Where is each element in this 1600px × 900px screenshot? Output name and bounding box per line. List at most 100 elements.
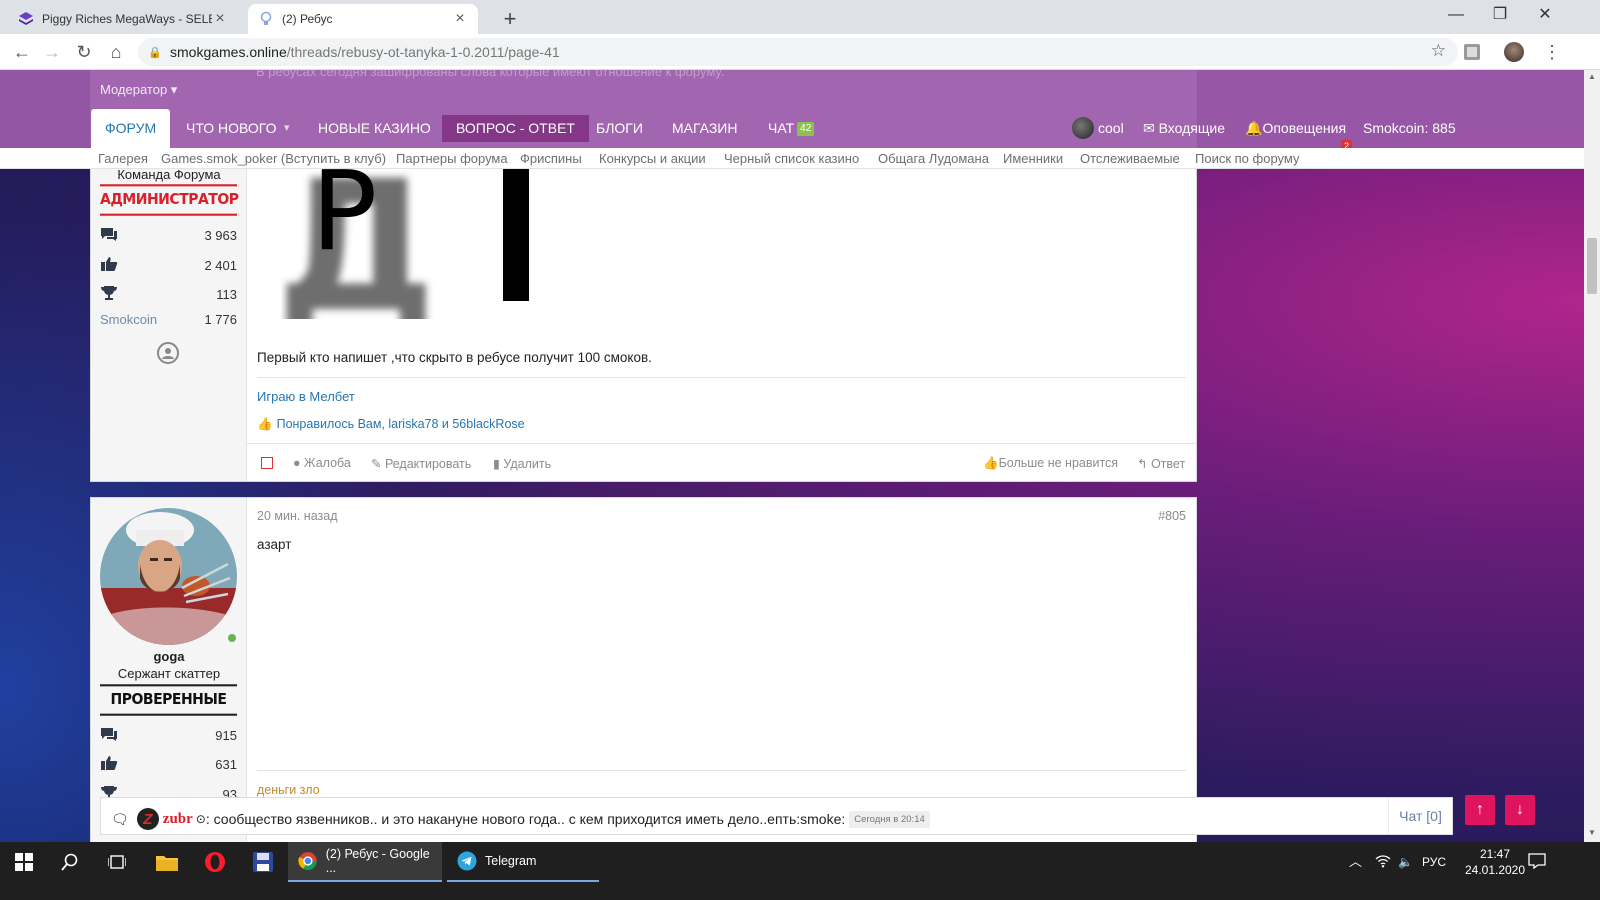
taskbar-chrome[interactable]: (2) Ребус - Google ... <box>288 842 442 882</box>
chat-toggle-button[interactable]: Чат [0] <box>1388 798 1452 834</box>
profile-avatar[interactable] <box>1504 42 1524 62</box>
scrollbar-thumb[interactable] <box>1587 238 1597 294</box>
subnav-contests[interactable]: Конкурсы и акции <box>599 151 706 166</box>
avatar[interactable] <box>100 508 237 645</box>
scroll-top-button[interactable]: ↑ <box>1465 795 1495 825</box>
post-signature: деньги зло <box>257 783 320 797</box>
subnav-birthdays[interactable]: Именники <box>1003 151 1063 166</box>
reload-button[interactable]: ↻ <box>72 40 96 64</box>
close-tab-icon[interactable]: × <box>452 10 468 28</box>
nav-tab-forum[interactable]: Форум <box>91 109 171 148</box>
stat-likes: 2 401 <box>100 256 237 276</box>
task-view-icon[interactable] <box>93 842 141 882</box>
subnav-dorm[interactable]: Общага Лудомана <box>878 151 989 166</box>
close-window-button[interactable]: ✕ <box>1522 2 1568 28</box>
save-floppy-icon[interactable] <box>239 842 287 882</box>
post-time-link[interactable]: 20 мин. назад <box>257 509 338 523</box>
subnav-gallery[interactable]: Галерея <box>98 151 148 166</box>
post-number-link[interactable]: #805 <box>1158 509 1186 523</box>
back-button[interactable]: ← <box>10 40 34 64</box>
close-tab-icon[interactable]: × <box>212 10 228 28</box>
menu-icon[interactable]: ⋮ <box>1540 40 1564 64</box>
select-post-checkbox[interactable] <box>261 457 273 469</box>
post-actions: ● Жалоба ✎ Редактировать ▮ Удалить 👍Боль… <box>247 443 1196 481</box>
notifications-icon[interactable] <box>1528 842 1546 882</box>
nav-tab-blogs[interactable]: Блоги <box>596 109 643 148</box>
bookmark-star-icon[interactable]: ☆ <box>1431 41 1446 61</box>
comments-icon <box>101 228 117 241</box>
taskbar: (2) Ребус - Google ... Telegram ︿ 🔈 РУС … <box>0 842 1600 900</box>
chat-message-text: : сообщество язвенников.. и это накануне… <box>205 811 846 827</box>
bell-icon: 🔔 <box>1245 120 1263 136</box>
nav-tab-shop[interactable]: Магазин <box>672 109 737 148</box>
stat-messages: 3 963 <box>100 226 237 246</box>
reply-button[interactable]: ↰ Ответ <box>1137 456 1185 471</box>
extension-icon[interactable] <box>1462 42 1482 62</box>
likes-list[interactable]: Понравилось Вам, lariska78 и 56blackRose <box>277 417 525 431</box>
subnav-freespins[interactable]: Фриспины <box>520 151 582 166</box>
edit-button[interactable]: ✎ Редактировать <box>371 456 471 471</box>
report-button[interactable]: ● Жалоба <box>293 456 351 470</box>
nav-tab-whats-new[interactable]: Что нового <box>186 109 276 148</box>
chat-user-avatar[interactable]: Z <box>136 808 159 830</box>
page-scrollbar[interactable]: ▲ ▼ <box>1584 70 1600 842</box>
subnav-watched[interactable]: Отслеживаемые <box>1080 151 1180 166</box>
user-badge-icon[interactable] <box>157 342 179 364</box>
tray-expand-icon[interactable]: ︿ <box>1349 842 1362 882</box>
browser-tab-piggy[interactable]: Piggy Riches MegaWays - SELECT × <box>8 4 238 34</box>
smokcoin-balance[interactable]: Smokcoin: 885 <box>1363 109 1456 148</box>
page-viewport: Команда Форума АДМИНИСТРАТОР 3 963 2 401… <box>0 70 1584 842</box>
chat-bar: 🗨 Z zubr ⊙ : сообщество язвенников.. и э… <box>100 797 1453 835</box>
home-button[interactable]: ⌂ <box>104 40 128 64</box>
browser-tab-title: Piggy Riches MegaWays - SELECT <box>42 12 212 26</box>
browser-tab-bar: Piggy Riches MegaWays - SELECT × (2) Реб… <box>0 0 1600 34</box>
chat-message: 🗨 Z zubr ⊙ : сообщество язвенников.. и э… <box>111 808 930 830</box>
rebus-bar <box>503 159 529 301</box>
forward-button[interactable]: → <box>40 40 64 64</box>
post-signature-link[interactable]: Играю в Мелбет <box>257 389 355 404</box>
post-text: азарт <box>257 537 292 552</box>
url-field[interactable]: 🔒 smokgames.online/threads/rebusy-ot-tan… <box>138 38 1458 66</box>
user-team: Команда Форума <box>117 167 221 182</box>
chat-username[interactable]: zubr <box>163 811 193 828</box>
scroll-down-arrow[interactable]: ▼ <box>1584 828 1600 837</box>
nav-tab-chat[interactable]: Чат 42 <box>768 109 815 148</box>
minimize-button[interactable]: — <box>1433 2 1479 28</box>
subnav-partners[interactable]: Партнеры форума <box>396 151 508 166</box>
taskbar-clock[interactable]: 21:47 24.01.2020 <box>1460 846 1530 878</box>
file-explorer-icon[interactable] <box>143 842 191 882</box>
opera-icon[interactable] <box>191 842 239 882</box>
nav-tab-new-casinos[interactable]: Новые казино <box>318 109 431 148</box>
restore-button[interactable]: ❐ <box>1477 2 1523 28</box>
telegram-icon <box>457 851 477 871</box>
delete-button[interactable]: ▮ Удалить <box>493 456 551 471</box>
post-username[interactable]: goga <box>91 649 247 664</box>
search-icon[interactable] <box>46 842 94 882</box>
inbox-link[interactable]: ✉ Входящие <box>1143 109 1225 148</box>
scroll-up-arrow[interactable]: ▲ <box>1584 72 1600 81</box>
scroll-bottom-button[interactable]: ↓ <box>1505 795 1535 825</box>
moderator-menu[interactable]: Модератор ▾ <box>100 82 177 98</box>
volume-icon[interactable]: 🔈 <box>1398 842 1413 882</box>
windows-start-icon[interactable] <box>0 842 48 882</box>
chat-bubble-icon: 🗨 <box>111 810 129 827</box>
new-tab-button[interactable]: + <box>498 6 522 32</box>
language-indicator[interactable]: РУС <box>1422 842 1446 882</box>
taskbar-telegram[interactable]: Telegram <box>447 842 599 882</box>
subnav-blacklist[interactable]: Черный список казино <box>724 151 859 166</box>
chrome-icon <box>298 852 317 870</box>
unlike-button[interactable]: 👍Больше не нравится <box>983 456 1118 471</box>
nav-tab-qa[interactable]: Вопрос - ответ <box>442 115 589 142</box>
stat-trophies: 113 <box>100 285 237 305</box>
user-menu[interactable]: cool <box>1072 109 1124 148</box>
chat-timestamp: Сегодня в 20:14 <box>849 810 930 828</box>
alerts-link[interactable]: 🔔Оповещения <box>1245 109 1346 148</box>
chat-count-badge: 42 <box>797 122 815 136</box>
subnav-poker[interactable]: Games.smok_poker (Вступить в клуб) <box>161 151 386 166</box>
subnav-search[interactable]: Поиск по форуму <box>1195 151 1299 166</box>
post-likes: 👍 Понравилось Вам, lariska78 и 56blackRos… <box>257 417 525 432</box>
wifi-icon[interactable] <box>1375 842 1391 882</box>
browser-tab-rebus[interactable]: (2) Ребус × <box>248 4 478 34</box>
bulb-icon <box>258 11 274 27</box>
chevron-down-icon[interactable]: ▾ <box>284 109 290 148</box>
